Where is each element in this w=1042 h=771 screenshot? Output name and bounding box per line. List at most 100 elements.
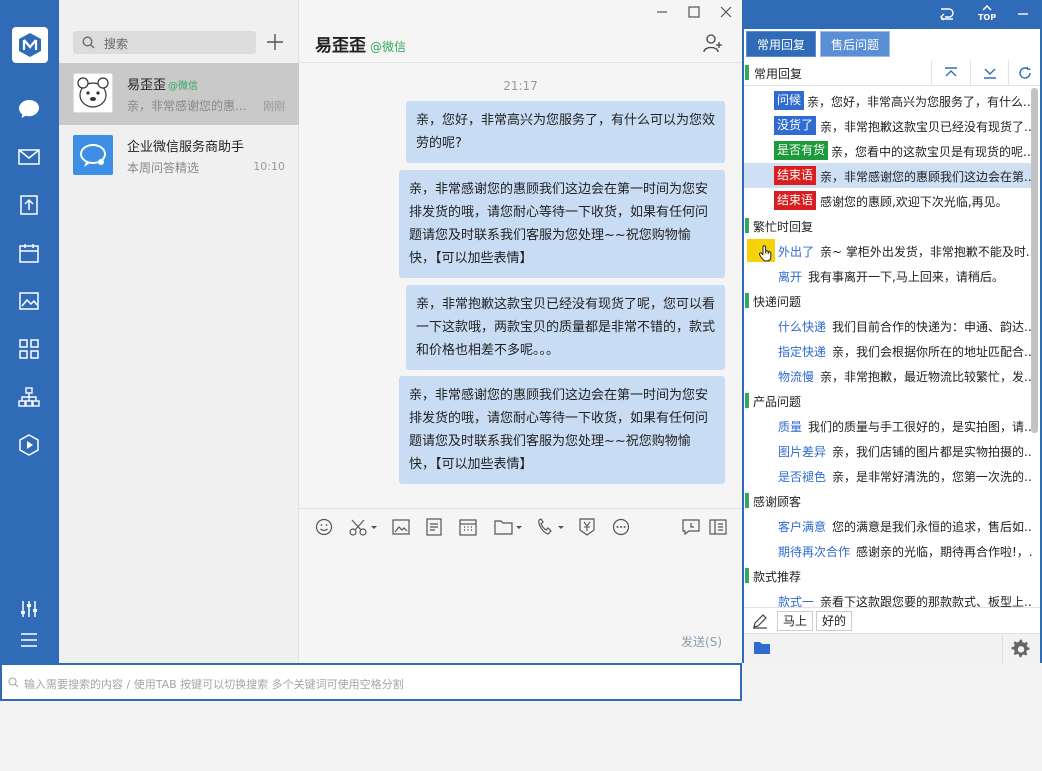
reply-row[interactable]: 结束语 亲，非常感谢您的惠顾我们这边会在第... xyxy=(744,163,1032,188)
quick-chip[interactable]: 马上 xyxy=(777,611,814,631)
category-marker xyxy=(745,493,749,508)
quick-reply-icon[interactable] xyxy=(709,518,729,536)
reply-label: 质量 xyxy=(778,420,803,434)
payment-icon[interactable] xyxy=(578,518,598,536)
quick-reply-panel: TOP 常用回复 售后问题 常用回复 问候 亲，您好，非常高兴为您服务了，有什么… xyxy=(742,0,1042,664)
message-bubble[interactable]: 亲，非常感谢您的惠顾我们这边会在第一时间为您安排发货的哦，请您耐心等待一下收货，… xyxy=(399,170,725,278)
phone-icon[interactable] xyxy=(536,518,566,536)
calendar-icon[interactable] xyxy=(459,518,479,536)
emoji-icon[interactable] xyxy=(315,518,335,536)
toolbar-divider xyxy=(299,508,742,509)
reply-row[interactable]: 质量 我们的质量与手工很好的，是实拍图，请... xyxy=(744,413,1032,438)
tab-after-sales[interactable]: 售后问题 xyxy=(820,31,890,57)
add-person-icon[interactable] xyxy=(703,33,723,53)
quick-chip[interactable]: 好的 xyxy=(816,611,853,631)
reply-row[interactable]: 是否有货 亲，您看中的这款宝贝是有现货的呢... xyxy=(744,138,1032,163)
reply-text: 亲，非常抱歉这款宝贝已经没有现货了... xyxy=(820,120,1032,134)
conversation-item[interactable]: 企业微信服务商助手 本周问答精选 10:10 xyxy=(59,125,299,187)
maximize-icon[interactable] xyxy=(686,4,702,20)
chat-title: 易歪歪 @微信 xyxy=(315,31,406,56)
category-title: 感谢顾客 xyxy=(753,495,802,509)
reply-row[interactable]: 没货了 亲，非常抱歉这款宝贝已经没有现货了... xyxy=(744,113,1032,138)
chat-title-name: 易歪歪 xyxy=(315,36,366,56)
minimize-icon[interactable] xyxy=(654,4,670,20)
reply-row[interactable]: 是否褪色 亲，是非常好清洗的，您第一次洗的... xyxy=(744,463,1032,488)
category-header[interactable]: 感谢顾客 xyxy=(744,488,1032,513)
expand-all-button[interactable] xyxy=(970,60,1008,86)
reply-row[interactable]: 什么快递 我们目前合作的快递为：申通、韵达... xyxy=(744,313,1032,338)
reply-label: 物流慢 xyxy=(778,370,815,384)
top-label: TOP xyxy=(977,13,997,22)
calendar-icon[interactable] xyxy=(17,241,41,265)
chat-icon[interactable] xyxy=(17,97,41,121)
refresh-button[interactable] xyxy=(1008,60,1040,86)
reply-tag: 没货了 xyxy=(774,116,817,135)
folder-icon[interactable] xyxy=(494,518,524,536)
message-bubble[interactable]: 亲，非常感谢您的惠顾我们这边会在第一时间为您安排发货的哦，请您耐心等待一下收货，… xyxy=(399,376,725,484)
message-bubble[interactable]: 亲，您好，非常高兴为您服务了，有什么可以为您效劳的呢? xyxy=(406,101,725,163)
settings-sliders-icon[interactable] xyxy=(17,597,41,621)
reply-row[interactable]: 离开 我有事离开一下,马上回来，请稍后。 xyxy=(744,263,1032,288)
reply-text: 亲，我们会根据你所在的地址匹配合... xyxy=(832,345,1032,359)
reply-text: 亲看下这款跟您要的那款款式、板型上... xyxy=(820,595,1032,607)
back-to-top-button[interactable]: TOP xyxy=(975,4,999,22)
reply-text: 感谢亲的光临，期待再合作啦!，... xyxy=(856,545,1032,559)
screenshot-icon[interactable] xyxy=(349,518,379,536)
send-button[interactable]: 发送(S) xyxy=(681,633,722,650)
reply-row[interactable]: 客户满意 您的满意是我们永恒的追求，售后如... xyxy=(744,513,1032,538)
minimize-icon[interactable] xyxy=(1017,8,1029,20)
gear-icon[interactable] xyxy=(1011,639,1031,659)
note-icon[interactable] xyxy=(426,518,446,536)
scrollbar[interactable] xyxy=(1031,88,1038,433)
quick-search-input[interactable]: 输入需要搜索的内容 / 使用TAB 按键可以切换搜索 多个关键词可使用空格分割 xyxy=(0,663,742,701)
more-icon[interactable] xyxy=(612,518,632,536)
reply-row[interactable]: 指定快递 亲，我们会根据你所在的地址匹配合... xyxy=(744,338,1032,363)
apps-icon[interactable] xyxy=(17,337,41,361)
category-header[interactable]: 快递问题 xyxy=(744,288,1032,313)
reply-row[interactable]: 结束语 感谢您的惠顾,欢迎下次光临,再见。 xyxy=(744,188,1032,213)
section-marker xyxy=(745,65,749,80)
reply-tag: 问候 xyxy=(774,91,805,110)
category-header[interactable]: 繁忙时回复 xyxy=(744,213,1032,238)
document-icon[interactable] xyxy=(17,193,41,217)
reply-label: 款式一 xyxy=(778,595,815,607)
mail-icon[interactable] xyxy=(17,145,41,169)
category-title: 快递问题 xyxy=(753,295,802,309)
reply-row[interactable]: 外出了 亲~ 掌柜外出发货，非常抱歉不能及时... xyxy=(744,238,1032,263)
message-preview: 亲，非常感谢您的惠... xyxy=(127,99,247,113)
category-marker xyxy=(745,568,749,583)
org-chart-icon[interactable] xyxy=(17,385,41,409)
logo-icon[interactable] xyxy=(12,27,48,63)
reply-row[interactable]: 问候 亲，您好，非常高兴为您服务了，有什么... xyxy=(744,88,1032,113)
reply-row[interactable]: 物流慢 亲，非常抱歉，最近物流比较繁忙，发... xyxy=(744,363,1032,388)
message-bubble[interactable]: 亲，非常抱歉这款宝贝已经没有现货了呢，您可以看一下这款哦，两款宝贝的质量都是非常… xyxy=(406,285,725,370)
reply-text: 亲，非常感谢您的惠顾我们这边会在第... xyxy=(820,170,1032,184)
tab-common-replies[interactable]: 常用回复 xyxy=(746,31,816,57)
reply-text: 我有事离开一下,马上回来，请稍后。 xyxy=(808,270,1004,284)
edit-icon[interactable] xyxy=(752,613,768,629)
collapse-all-button[interactable] xyxy=(931,60,969,86)
play-icon[interactable] xyxy=(17,433,41,457)
chevron-up-icon xyxy=(944,67,957,77)
exit-icon[interactable] xyxy=(939,6,955,22)
category-header[interactable]: 产品问题 xyxy=(744,388,1032,413)
header-divider xyxy=(299,62,742,63)
category-marker xyxy=(745,293,749,308)
history-icon[interactable] xyxy=(682,518,702,536)
footer-divider xyxy=(1002,634,1003,664)
image-icon[interactable] xyxy=(17,289,41,313)
folder-icon[interactable] xyxy=(753,641,771,655)
reply-text: 亲，您好，非常高兴为您服务了，有什么... xyxy=(807,95,1032,109)
category-header[interactable]: 款式推荐 xyxy=(744,563,1032,588)
add-icon[interactable] xyxy=(263,30,287,54)
reply-row[interactable]: 图片差异 亲，我们店铺的图片都是实物拍摄的... xyxy=(744,438,1032,463)
close-icon[interactable] xyxy=(718,4,734,20)
menu-icon[interactable] xyxy=(17,628,41,652)
reply-row[interactable]: 款式一 亲看下这款跟您要的那款款式、板型上... xyxy=(744,588,1032,607)
conversation-item[interactable]: 易歪歪 @微信 亲，非常感谢您的惠... 刚刚 xyxy=(59,63,299,125)
image-icon[interactable] xyxy=(392,518,412,536)
search-input[interactable]: 搜索 xyxy=(73,31,256,54)
reply-row[interactable]: 期待再次合作 感谢亲的光临，期待再合作啦!，... xyxy=(744,538,1032,563)
category-title: 款式推荐 xyxy=(753,570,802,584)
contact-name: 易歪歪 xyxy=(127,78,167,93)
